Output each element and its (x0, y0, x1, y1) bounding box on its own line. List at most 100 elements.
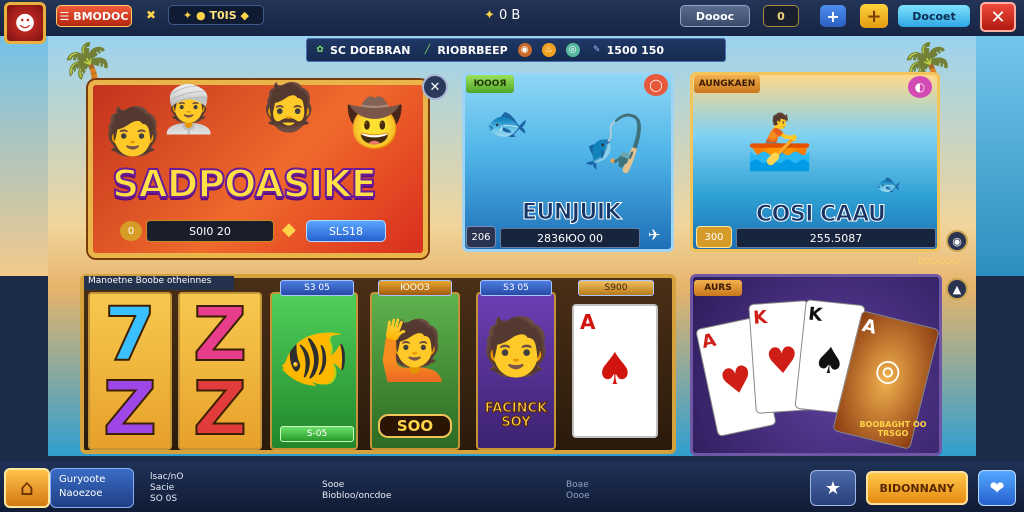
character-icon: 🤠 (346, 96, 404, 150)
plus-icon: + (826, 6, 840, 26)
slot-label: Manoetne Boobe otheinnes (84, 276, 234, 290)
game-tag: AURS (694, 280, 742, 296)
profile-name: Guryoote (59, 474, 106, 485)
category-label: RIOBRBEEP (437, 43, 508, 57)
stat-line: Sacie (150, 483, 175, 493)
profile-button[interactable]: Guryoote Naoezoe (50, 468, 134, 508)
rod-icon[interactable]: ✈ (648, 226, 661, 244)
z-symbol: Z (192, 366, 248, 452)
game-tag: AUNGKAEN (694, 75, 760, 93)
seven-symbol: 7 (103, 292, 157, 378)
fishing-game-title: EUNJUIK (521, 200, 622, 226)
ticket-icon: ✎ (592, 45, 601, 55)
menu-label: ВMODOC (73, 9, 129, 23)
category-globe[interactable]: ◎ (565, 43, 580, 57)
home-button[interactable]: ⌂ (4, 468, 50, 508)
category-fire[interactable]: ♨ (541, 43, 556, 57)
fishing-game-title: COSI CAAU (755, 202, 886, 228)
reel-label: S-05 (306, 429, 328, 439)
reel-top-label: ЮООЗ (378, 280, 452, 296)
category-shell[interactable]: ◉ (517, 43, 532, 57)
reel: 7 Z (88, 292, 172, 450)
diamond-icon: ◆ (282, 219, 296, 240)
stat-line: Sooe (322, 480, 345, 490)
featured-play-button[interactable]: SLS18 (306, 220, 386, 242)
crest-glyph: ☻ (14, 11, 36, 35)
category-ticket[interactable]: ✎ 1500 150 (590, 43, 664, 57)
spade-icon: ♠ (595, 344, 635, 395)
add-button[interactable]: + (860, 4, 888, 28)
card-letter: A (699, 329, 718, 354)
tag-label: ЮООЯ (473, 79, 507, 89)
category-label: SC DOEBRAN (330, 43, 411, 57)
star-icon: ★ (824, 477, 842, 499)
play-now-button[interactable]: BIDONNANY (866, 471, 968, 505)
gem-readout: ✦ 0 B (484, 8, 520, 23)
reel-label: S3 05 (503, 283, 529, 293)
featured-close-button[interactable]: ✕ (422, 74, 448, 100)
pause-button[interactable]: 0 (763, 5, 799, 27)
reel-label: S3 05 (304, 283, 330, 293)
coin-label: 0 (127, 225, 135, 237)
category-label: 1500 150 (606, 43, 665, 57)
stat-line: lsac/nO (150, 472, 184, 482)
boat-icon: 🚣 (746, 110, 814, 173)
stat-line: Oooe (566, 491, 590, 501)
category-crab[interactable]: ✿ SC DOEBRAN (313, 43, 410, 57)
stat-block: Sooe Biobloo/oncdoe (322, 480, 391, 502)
play-now-label: BIDONNANY (879, 481, 955, 495)
favorite-button[interactable]: ◯ (644, 74, 668, 96)
fishing-value: 2836ЮО 00 (500, 228, 640, 248)
stat-line: SO 0S (150, 494, 178, 504)
crest-icon[interactable]: ☻ (4, 2, 46, 44)
fire-icon: ♨ (541, 43, 556, 57)
favorite-icon: ◐ (914, 80, 926, 94)
game-tag: ЮООЯ (466, 75, 514, 93)
achievements-button[interactable]: ★ (810, 470, 856, 506)
settings-button[interactable]: Doooc (680, 5, 750, 27)
swap-icon[interactable]: ✖ (146, 8, 156, 22)
favorite-button[interactable]: ◐ (908, 76, 932, 98)
tag-label: AUNGKAEN (698, 79, 756, 89)
man-icon: 🧑 (481, 315, 551, 380)
category-rod[interactable]: ╱ RIOBRBEEP (420, 43, 508, 57)
reel-top-label: S900 (578, 280, 654, 296)
eye-icon[interactable]: ◉ (946, 230, 968, 252)
reel-bottom-label: S-05 (280, 426, 354, 442)
favorites-button[interactable]: ❤ (978, 470, 1016, 506)
featured-value: S0I0 20 (146, 220, 274, 242)
reel-label: S900 (604, 283, 628, 293)
add-balance-button[interactable]: + (820, 5, 846, 27)
reel-top-label: S3 05 (480, 280, 552, 296)
favorite-icon: ◯ (649, 78, 663, 92)
reel-top-label: S3 05 (280, 280, 354, 296)
featured-game-title: SADPOASIKE (111, 161, 378, 207)
poker-caption: BOOBAGHT OO TRSGO (859, 420, 927, 438)
crab-icon: ✿ (316, 45, 324, 55)
z-symbol: Z (192, 292, 248, 378)
diamond-icon: ◆ (240, 8, 249, 22)
fish-icon: 🐟 (486, 104, 529, 144)
close-icon: ✕ (990, 6, 1006, 28)
stat-block: Boae Oooe (566, 480, 590, 502)
bell-icon[interactable]: ▲ (946, 278, 968, 300)
cast-caption: FACINCK SOY (484, 401, 548, 430)
reel: Z Z (178, 292, 262, 450)
menu-button[interactable]: ☰ ВMODOC (56, 5, 132, 27)
chip-button[interactable]: 300 (696, 226, 732, 248)
category-bar: ✿ SC DOEBRAN ╱ RIOBRBEEP ◉ ♨ ◎ ✎ 1500 150 (306, 38, 726, 62)
card-letter: A (860, 315, 879, 339)
z-symbol: Z (102, 366, 158, 452)
settings-label: Doooc (695, 9, 735, 23)
stat-line: Biobloo/oncdoe (322, 491, 392, 501)
playing-card: A ♠ (572, 304, 658, 438)
home-icon: ⌂ (20, 475, 34, 501)
deposit-label: Docoet (912, 9, 956, 23)
character-icon: 🧑 (104, 104, 162, 158)
chip-button[interactable]: 206 (466, 226, 496, 248)
profile-subtitle: Naoezoe (59, 488, 103, 499)
coin-icon: 0 (120, 221, 142, 241)
wheel-icon: ◎ (871, 350, 906, 391)
close-button[interactable]: ✕ (980, 2, 1016, 32)
deposit-button[interactable]: Docoet (898, 5, 970, 27)
